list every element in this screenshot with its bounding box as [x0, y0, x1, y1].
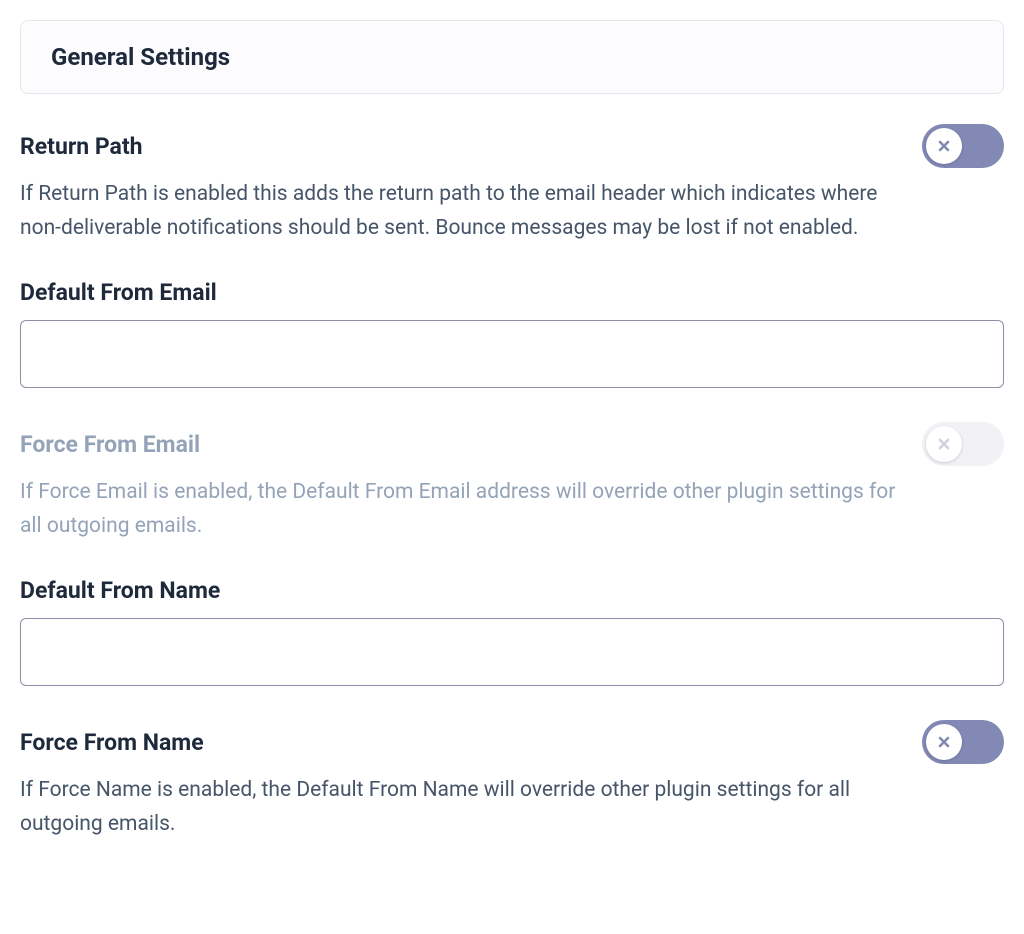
toggle-knob [926, 724, 962, 760]
general-settings-header: General Settings [20, 20, 1004, 94]
force-from-name-description: If Force Name is enabled, the Default Fr… [20, 774, 900, 841]
force-from-email-setting: Force From Email If Force Email is enabl… [20, 422, 1004, 543]
return-path-description: If Return Path is enabled this adds the … [20, 178, 900, 245]
return-path-header: Return Path [20, 124, 1004, 168]
force-from-email-label: Force From Email [20, 431, 200, 458]
toggle-knob [926, 426, 962, 462]
close-icon [936, 138, 952, 154]
return-path-label: Return Path [20, 133, 143, 160]
close-icon [936, 436, 952, 452]
force-from-name-label: Force From Name [20, 729, 204, 756]
force-from-email-header: Force From Email [20, 422, 1004, 466]
default-from-email-input[interactable] [20, 320, 1004, 388]
toggle-knob [926, 128, 962, 164]
force-from-name-toggle[interactable] [922, 720, 1004, 764]
force-from-name-header: Force From Name [20, 720, 1004, 764]
default-from-email-label: Default From Email [20, 279, 1004, 306]
panel-title: General Settings [51, 43, 973, 71]
default-from-name-label: Default From Name [20, 577, 1004, 604]
force-from-email-toggle [922, 422, 1004, 466]
force-from-email-description: If Force Email is enabled, the Default F… [20, 476, 900, 543]
close-icon [936, 734, 952, 750]
default-from-email-setting: Default From Email [20, 279, 1004, 388]
default-from-name-input[interactable] [20, 618, 1004, 686]
return-path-setting: Return Path If Return Path is enabled th… [20, 124, 1004, 245]
default-from-name-setting: Default From Name [20, 577, 1004, 686]
force-from-name-setting: Force From Name If Force Name is enabled… [20, 720, 1004, 841]
return-path-toggle[interactable] [922, 124, 1004, 168]
